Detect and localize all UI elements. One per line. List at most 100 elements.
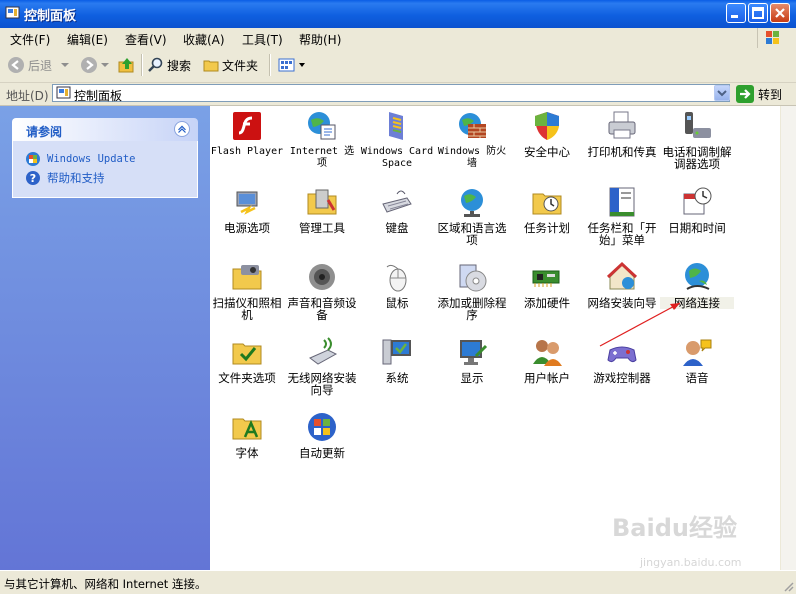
- item-wireless-network-wizard[interactable]: 无线网络安装向导: [285, 336, 359, 396]
- see-also-title: 请参阅: [26, 125, 63, 139]
- item-phone-modem[interactable]: 电话和调制解调器选项: [660, 110, 734, 170]
- item-label: 电源选项: [224, 221, 270, 235]
- chevron-down-icon: [299, 63, 305, 67]
- item-label: 游戏控制器: [593, 371, 651, 385]
- svg-text:?: ?: [30, 172, 36, 185]
- item-flash-player[interactable]: Flash Player: [210, 110, 284, 158]
- item-mouse[interactable]: 鼠标: [360, 261, 434, 309]
- item-cardspace[interactable]: Windows CardSpace: [360, 110, 434, 170]
- forward-button[interactable]: [80, 55, 109, 75]
- power-icon: [236, 191, 258, 215]
- title-bar: 控制面板: [0, 0, 796, 28]
- item-scanners-cameras[interactable]: 扫描仪和照相机: [210, 261, 284, 321]
- address-input[interactable]: 控制面板: [52, 84, 730, 103]
- item-admin-tools[interactable]: 管理工具: [285, 186, 359, 234]
- menu-view[interactable]: 查看(V): [125, 31, 167, 48]
- item-label: 日期和时间: [668, 221, 726, 235]
- wireless-icon: [309, 337, 338, 365]
- menu-edit[interactable]: 编辑(E): [67, 31, 108, 48]
- see-also-header[interactable]: 请参阅: [12, 118, 198, 141]
- menu-file[interactable]: 文件(F): [10, 31, 50, 48]
- item-network-connections[interactable]: 网络连接: [660, 261, 734, 309]
- menu-tools[interactable]: 工具(T): [242, 31, 283, 48]
- system-icon: [382, 339, 411, 365]
- item-label: 安全中心: [524, 145, 570, 159]
- minimize-button[interactable]: [726, 3, 746, 23]
- maximize-button[interactable]: [748, 3, 768, 23]
- item-automatic-updates[interactable]: 自动更新: [285, 411, 359, 459]
- window-title: 控制面板: [24, 9, 77, 24]
- toolbar: 后退 搜索 文件夹: [0, 48, 796, 83]
- search-icon: [148, 57, 163, 72]
- item-internet-options[interactable]: Internet 选项: [285, 110, 359, 170]
- display-icon: [460, 340, 488, 365]
- item-keyboard[interactable]: 键盘: [360, 186, 434, 234]
- item-printers-faxes[interactable]: 打印机和传真: [585, 110, 659, 158]
- item-firewall[interactable]: Windows 防火墙: [435, 110, 509, 170]
- task-pane: 请参阅 Windows Update ? 帮助和支持: [0, 106, 210, 570]
- item-display[interactable]: 显示: [435, 336, 509, 384]
- item-security-center[interactable]: 安全中心: [510, 110, 584, 158]
- menu-favorites[interactable]: 收藏(A): [183, 31, 225, 48]
- views-button[interactable]: [278, 55, 305, 75]
- baidu-watermark: Baidu经验: [612, 514, 737, 542]
- control-panel-items: Flash Player Internet 选项 Windows CardSpa…: [210, 106, 780, 570]
- folder-options-icon: [232, 343, 262, 365]
- item-sounds-audio[interactable]: 声音和音频设备: [285, 261, 359, 321]
- item-speech[interactable]: 语音: [660, 336, 734, 384]
- user-accounts-icon: [533, 340, 562, 366]
- back-button[interactable]: 后退: [7, 55, 70, 75]
- views-icon: [278, 58, 295, 72]
- item-folder-options[interactable]: 文件夹选项: [210, 336, 284, 384]
- maximize-icon: [752, 7, 764, 19]
- phone-modem-icon: [685, 112, 711, 138]
- menu-bar: 文件(F) 编辑(E) 查看(V) 收藏(A) 工具(T) 帮助(H): [0, 28, 796, 49]
- item-label: 声音和音频设备: [287, 296, 357, 322]
- control-panel-icon: [5, 6, 20, 19]
- item-add-hardware[interactable]: 添加硬件: [510, 261, 584, 309]
- go-button[interactable]: 转到: [736, 85, 782, 103]
- help-support-link[interactable]: ? 帮助和支持: [25, 168, 187, 187]
- item-label: 添加或删除程序: [437, 296, 507, 322]
- address-bar: 地址(D) 控制面板 转到: [0, 83, 796, 106]
- speaker-icon: [309, 264, 335, 290]
- item-add-remove-programs[interactable]: 添加或删除程序: [435, 261, 509, 321]
- windows-update-link[interactable]: Windows Update: [25, 149, 187, 168]
- item-network-setup-wizard[interactable]: 网络安装向导: [585, 261, 659, 309]
- address-dropdown-button[interactable]: [714, 85, 730, 101]
- keyboard-icon: [382, 190, 412, 213]
- item-label: 管理工具: [299, 221, 345, 235]
- windows-logo-icon: [757, 28, 788, 49]
- item-fonts[interactable]: 字体: [210, 411, 284, 459]
- item-game-controllers[interactable]: 游戏控制器: [585, 336, 659, 384]
- menu-help[interactable]: 帮助(H): [299, 31, 341, 48]
- internet-options-icon: [308, 112, 336, 140]
- admin-tools-icon: [307, 189, 337, 215]
- windows-update-icon: [308, 413, 336, 441]
- chevron-down-icon: [101, 63, 109, 67]
- item-scheduled-tasks[interactable]: 任务计划: [510, 186, 584, 234]
- search-button[interactable]: 搜索: [148, 55, 191, 75]
- taskbar-icon: [609, 187, 635, 217]
- resize-grip-icon[interactable]: [782, 580, 794, 592]
- scanner-icon: [232, 265, 262, 290]
- item-label: 字体: [235, 446, 259, 460]
- search-label: 搜索: [167, 58, 192, 73]
- up-folder-button[interactable]: [118, 55, 136, 75]
- control-panel-icon: [56, 86, 71, 99]
- item-label: 添加硬件: [524, 296, 570, 310]
- fonts-folder-icon: [232, 418, 262, 440]
- collapse-chevron-icon[interactable]: [174, 121, 190, 137]
- item-taskbar-start-menu[interactable]: 任务栏和「开始」菜单: [585, 186, 659, 246]
- item-label: 鼠标: [385, 296, 409, 310]
- vertical-scrollbar[interactable]: [780, 106, 796, 570]
- item-regional-language[interactable]: 区域和语言选项: [435, 186, 509, 246]
- item-power-options[interactable]: 电源选项: [210, 186, 284, 234]
- item-user-accounts[interactable]: 用户帐户: [510, 336, 584, 384]
- close-button[interactable]: [770, 3, 790, 23]
- item-label: 系统: [385, 371, 409, 385]
- item-system[interactable]: 系统: [360, 336, 434, 384]
- item-date-time[interactable]: 日期和时间: [660, 186, 734, 234]
- go-arrow-icon: [736, 85, 754, 103]
- folders-button[interactable]: 文件夹: [203, 55, 258, 75]
